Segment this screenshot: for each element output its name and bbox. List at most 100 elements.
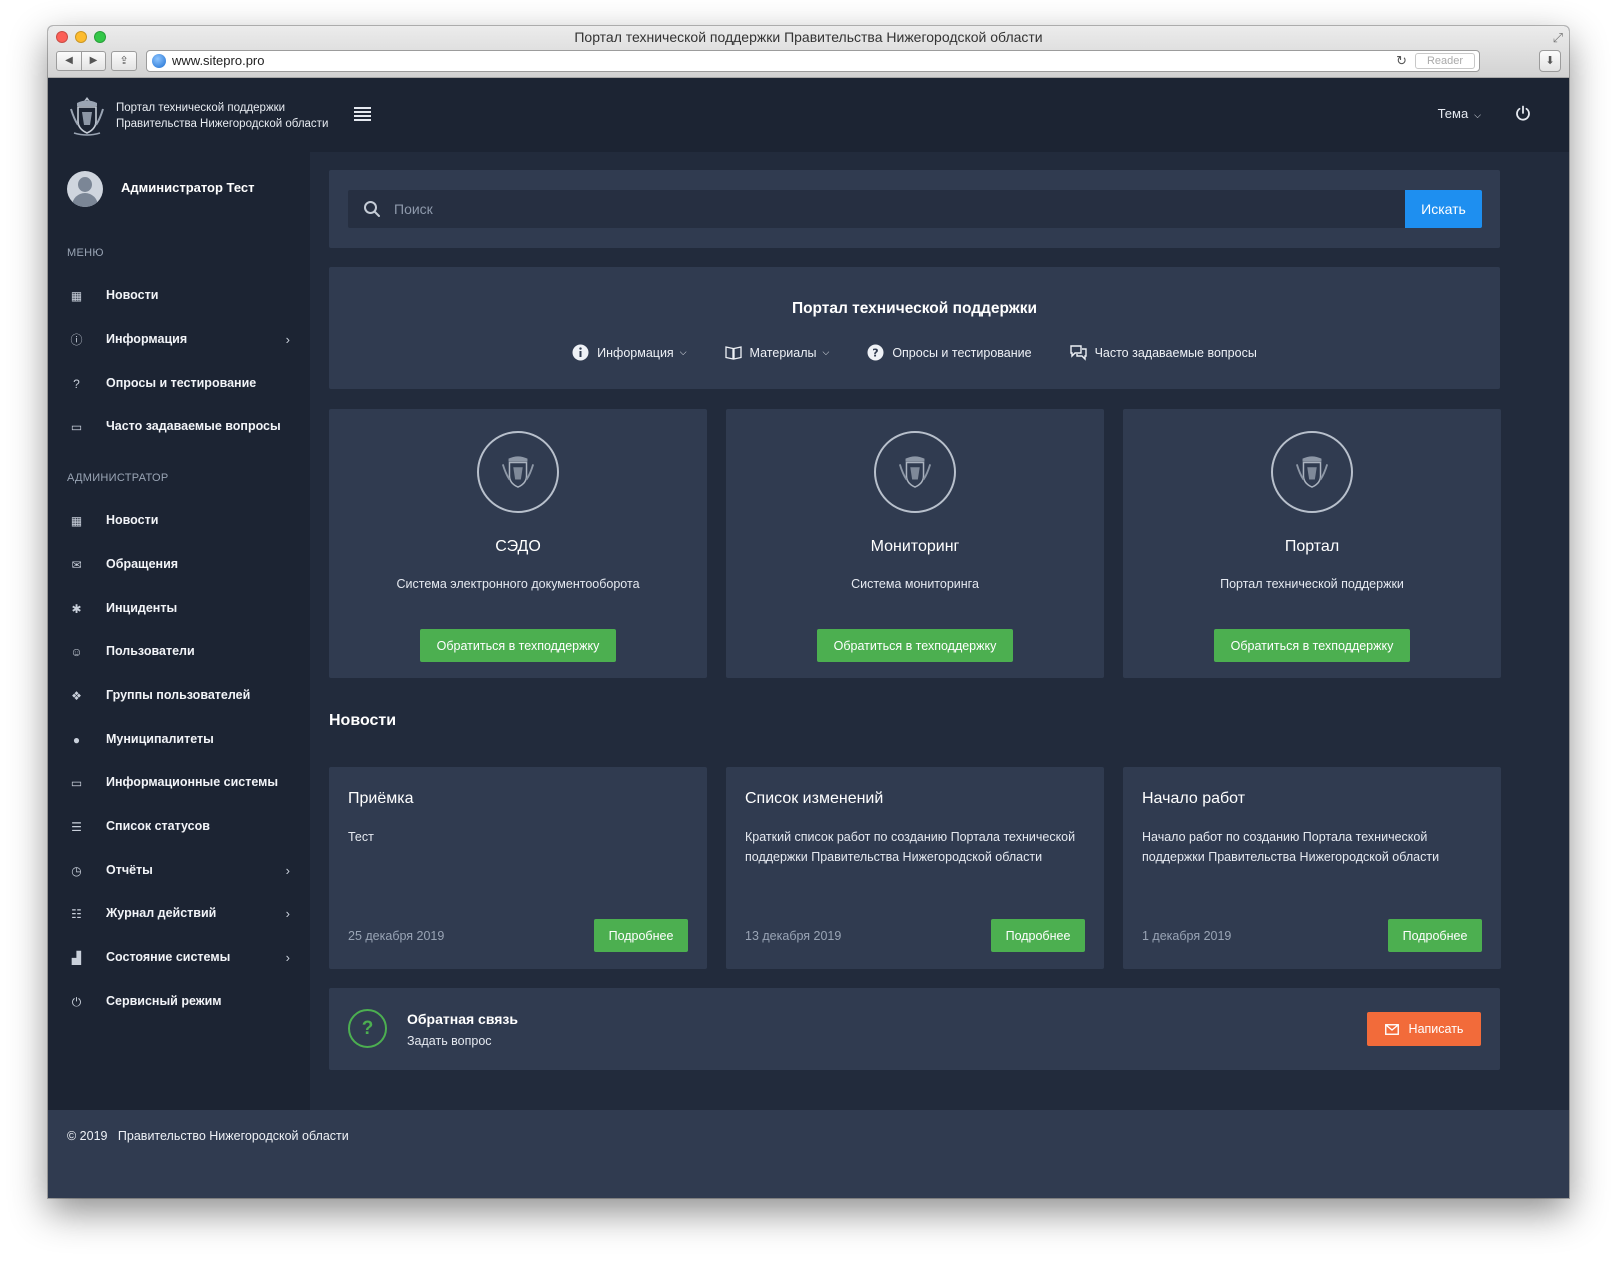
user-avatar[interactable] bbox=[67, 171, 103, 207]
sidebar-item-action-log[interactable]: ☷ Журнал действий › bbox=[48, 894, 310, 934]
fullscreen-icon[interactable]: ⤢ bbox=[1553, 30, 1563, 46]
chat-icon: ▭ bbox=[70, 420, 83, 434]
footer-text: © 2019 Правительство Нижегородской облас… bbox=[67, 1129, 349, 1143]
system-card: Мониторинг Система мониторинга Обратитьс… bbox=[726, 409, 1104, 678]
sidebar-item-information[interactable]: ⓘ Информация › bbox=[48, 320, 310, 360]
app-header: Портал технической поддержки Правительст… bbox=[48, 78, 1569, 152]
sidebar-item-information-systems[interactable]: ▭ Информационные системы bbox=[48, 763, 310, 803]
contact-support-button[interactable]: Обратиться в техподдержку bbox=[817, 629, 1013, 662]
bug-icon: ✱ bbox=[71, 602, 82, 616]
sidebar-item-status-list[interactable]: ☰ Список статусов bbox=[48, 807, 310, 847]
share-icon[interactable]: ⇪ bbox=[111, 51, 137, 71]
contact-support-button[interactable]: Обратиться в техподдержку bbox=[420, 629, 616, 662]
feedback-panel: ? Обратная связь Задать вопрос Написать bbox=[329, 988, 1500, 1070]
sidebar-item-label: Отчёты bbox=[106, 863, 153, 877]
news-date: 25 декабря 2019 bbox=[348, 929, 445, 943]
site-title[interactable]: Портал технической поддержки Правительст… bbox=[116, 100, 328, 132]
search-box bbox=[348, 190, 1405, 228]
reload-icon[interactable]: ↻ bbox=[1396, 53, 1407, 69]
info-icon: ⓘ bbox=[70, 333, 83, 347]
sidebar-item-news[interactable]: ▦ Новости bbox=[48, 276, 310, 316]
address-bar[interactable]: www.sitepro.pro ↻ Reader bbox=[146, 50, 1480, 72]
portal-nav-faq[interactable]: Часто задаваемые вопросы bbox=[1069, 344, 1257, 361]
sidebar-item-faq[interactable]: ▭ Часто задаваемые вопросы bbox=[48, 407, 310, 447]
news-title[interactable]: Начало работ bbox=[1142, 790, 1245, 808]
search-input[interactable] bbox=[394, 190, 1394, 228]
portal-nav-label: Материалы bbox=[749, 345, 817, 360]
news-card: Список изменений Краткий список работ по… bbox=[726, 767, 1104, 969]
power-icon: ⏻ bbox=[71, 995, 82, 1009]
sidebar-item-label: Опросы и тестирование bbox=[106, 376, 257, 390]
write-message-button[interactable]: Написать bbox=[1367, 1012, 1481, 1046]
sidebar-item-reports[interactable]: ◷ Отчёты › bbox=[48, 851, 310, 891]
feedback-subtitle: Задать вопрос bbox=[407, 1034, 492, 1048]
theme-dropdown[interactable]: Тема ⌵ bbox=[1438, 106, 1481, 121]
envelope-icon bbox=[1384, 1023, 1399, 1035]
news-title[interactable]: Список изменений bbox=[745, 790, 883, 808]
news-text: Краткий список работ по созданию Портала… bbox=[745, 830, 1076, 864]
portal-panel: Портал технической поддержки Информация … bbox=[329, 267, 1500, 389]
reader-button[interactable]: Reader bbox=[1415, 53, 1475, 69]
user-name[interactable]: Администратор Тест bbox=[121, 180, 255, 195]
coat-of-arms-logo-icon[interactable] bbox=[68, 95, 106, 137]
system-title: СЭДО bbox=[495, 538, 541, 555]
question-icon: ? bbox=[73, 377, 80, 391]
back-arrow-icon[interactable]: ◀ bbox=[57, 52, 81, 70]
hamburger-menu-icon[interactable] bbox=[354, 107, 371, 121]
system-description: Система мониторинга bbox=[851, 577, 979, 591]
contact-support-button[interactable]: Обратиться в техподдержку bbox=[1214, 629, 1410, 662]
portal-nav-surveys[interactable]: ? Опросы и тестирование bbox=[867, 344, 1032, 361]
window-title: Портал технической поддержки Правительст… bbox=[574, 29, 1043, 45]
sidebar-item-label: Сервисный режим bbox=[106, 994, 222, 1008]
read-more-button[interactable]: Подробнее bbox=[991, 919, 1085, 952]
forward-arrow-icon[interactable]: ▶ bbox=[81, 52, 105, 70]
sidebar-item-municipalities[interactable]: ● Муниципалитеты bbox=[48, 720, 310, 760]
bar-chart-icon: ▟ bbox=[71, 951, 82, 965]
sidebar-item-incidents[interactable]: ✱ Инциденты bbox=[48, 589, 310, 629]
news-title[interactable]: Приёмка bbox=[348, 790, 413, 808]
footer: © 2019 Правительство Нижегородской облас… bbox=[48, 1110, 1569, 1198]
write-button-label: Написать bbox=[1408, 1022, 1464, 1036]
site-title-line1: Портал технической поддержки bbox=[116, 102, 286, 114]
system-title: Мониторинг bbox=[870, 538, 960, 555]
sidebar-item-requests[interactable]: ✉ Обращения bbox=[48, 545, 310, 585]
main-content: Искать Портал технической поддержки Инфо… bbox=[310, 152, 1569, 1110]
news-text: Начало работ по созданию Портала техниче… bbox=[1142, 830, 1440, 864]
system-card: Портал Портал технической поддержки Обра… bbox=[1123, 409, 1501, 678]
sidebar-item-label: Пользователи bbox=[106, 644, 195, 658]
sidebar-item-system-state[interactable]: ▟ Состояние системы › bbox=[48, 938, 310, 978]
logout-power-icon[interactable] bbox=[1515, 105, 1531, 121]
newspaper-icon: ▦ bbox=[70, 514, 83, 528]
news-heading: Новости bbox=[329, 712, 397, 729]
portal-nav-label: Часто задаваемые вопросы bbox=[1094, 345, 1257, 360]
footer-org: Правительство Нижегородской области bbox=[117, 1129, 349, 1143]
portal-nav-information[interactable]: Информация ⌵ bbox=[572, 344, 687, 361]
search-panel: Искать bbox=[329, 170, 1500, 248]
feedback-title: Обратная связь bbox=[407, 1011, 518, 1027]
sidebar-item-user-groups[interactable]: ❖ Группы пользователей bbox=[48, 676, 310, 716]
read-more-button[interactable]: Подробнее bbox=[594, 919, 688, 952]
portal-nav-materials[interactable]: Материалы ⌵ bbox=[724, 344, 830, 361]
sidebar: Администратор Тест МЕНЮ ▦ Новости ⓘ Инфо… bbox=[48, 152, 310, 1110]
chevron-down-icon: ⌵ bbox=[822, 347, 830, 357]
user-icon: ☺ bbox=[70, 645, 83, 659]
sidebar-item-users[interactable]: ☺ Пользователи bbox=[48, 632, 310, 672]
svg-text:?: ? bbox=[873, 347, 879, 360]
read-more-button[interactable]: Подробнее bbox=[1388, 919, 1482, 952]
portal-nav-label: Информация bbox=[597, 345, 674, 360]
checklist-icon: ☷ bbox=[71, 907, 82, 921]
system-description: Система электронного документооборота bbox=[396, 577, 640, 591]
newspaper-icon: ▦ bbox=[70, 289, 83, 303]
downloads-icon[interactable]: ⬇ bbox=[1539, 50, 1561, 72]
history-buttons: ◀ ▶ bbox=[56, 51, 106, 71]
news-card: Приёмка Тест 25 декабря 2019 Подробнее bbox=[329, 767, 707, 969]
site-title-line2: Правительства Нижегородской области bbox=[116, 118, 329, 130]
sidebar-item-service-mode[interactable]: ⏻ Сервисный режим bbox=[48, 982, 310, 1022]
news-text: Тест bbox=[348, 830, 374, 844]
system-description: Портал технической поддержки bbox=[1220, 577, 1404, 591]
url-text[interactable]: www.sitepro.pro bbox=[172, 53, 264, 68]
sidebar-item-surveys[interactable]: ? Опросы и тестирование bbox=[48, 364, 310, 404]
search-button[interactable]: Искать bbox=[1405, 190, 1482, 228]
sidebar-item-label: Инциденты bbox=[106, 601, 178, 615]
sidebar-item-admin-news[interactable]: ▦ Новости bbox=[48, 501, 310, 541]
